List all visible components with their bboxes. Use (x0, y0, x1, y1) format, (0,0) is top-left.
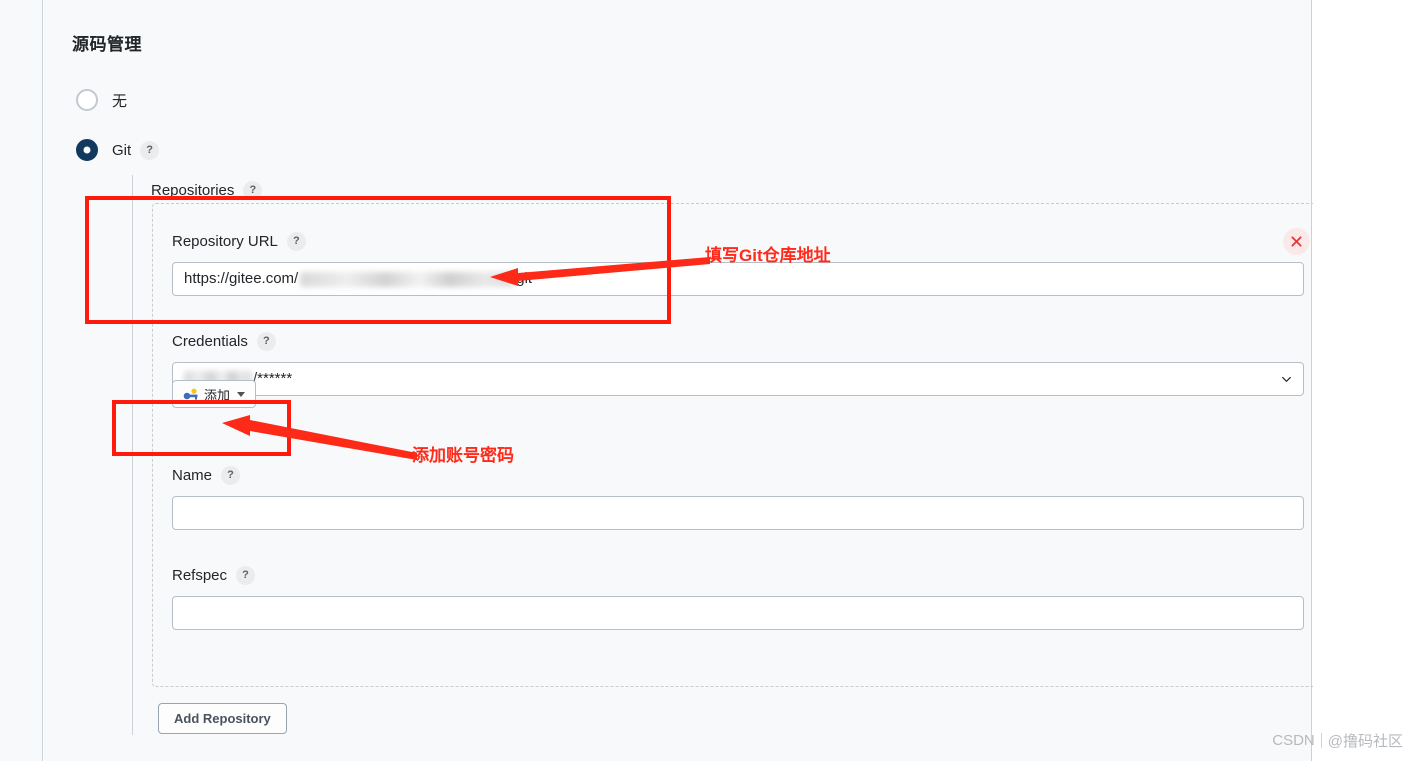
field-refspec: Refspec ? (172, 566, 1304, 630)
repository-url-label: Repository URL (172, 233, 278, 250)
credentials-label-group: Credentials ? (172, 332, 1304, 351)
watermark: CSDN @撸码社区 (1272, 730, 1403, 751)
credentials-select[interactable]: /****** (172, 362, 1304, 396)
name-label-group: Name ? (172, 466, 1304, 485)
redacted-url-segment (300, 271, 515, 287)
radio-label-none: 无 (112, 92, 128, 110)
radio-option-git[interactable]: Git ? (76, 139, 160, 161)
repository-entry-box: Repository URL ? https://gitee.com/git C… (152, 203, 1322, 687)
key-icon (183, 388, 198, 400)
add-credentials-button[interactable]: 添加 (172, 380, 257, 408)
page-title: 源码管理 (72, 35, 142, 54)
help-icon-refspec[interactable]: ? (236, 566, 256, 585)
radio-indicator-none[interactable] (76, 89, 98, 111)
radio-option-none[interactable]: 无 (76, 89, 127, 111)
field-credentials: Credentials ? /****** (172, 332, 1304, 396)
repository-url-suffix: git (516, 270, 533, 287)
scm-panel: 源码管理 无 Git ? Repositories ? Repository U… (44, 0, 1322, 761)
name-input[interactable] (172, 496, 1304, 530)
watermark-author: @撸码社区 (1327, 733, 1403, 750)
add-credentials-label: 添加 (204, 387, 231, 403)
field-name: Name ? (172, 466, 1304, 530)
add-repository-label: Add Repository (174, 711, 271, 726)
watermark-brand: CSDN (1272, 732, 1315, 749)
refspec-input[interactable] (172, 596, 1304, 630)
left-gutter (0, 0, 43, 761)
repository-url-input[interactable]: https://gitee.com/git (172, 262, 1304, 296)
remove-repository-button[interactable] (1283, 228, 1310, 255)
help-icon-repository-url[interactable]: ? (286, 232, 306, 251)
watermark-separator (1320, 733, 1322, 748)
annotation-text-repository-url: 填写Git仓库地址 (705, 246, 831, 265)
annotation-text-add-credentials: 添加账号密码 (412, 446, 514, 465)
name-label: Name (172, 467, 213, 484)
radio-label-git: Git (112, 141, 132, 159)
close-icon (1291, 236, 1302, 247)
help-icon-git[interactable]: ? (140, 140, 160, 160)
help-icon-repositories[interactable]: ? (243, 181, 263, 200)
credentials-label: Credentials (172, 333, 248, 350)
add-repository-button[interactable]: Add Repository (158, 703, 287, 734)
scm-config-screen: 源码管理 无 Git ? Repositories ? Repository U… (0, 0, 1415, 761)
repositories-label-group: Repositories ? (151, 181, 263, 200)
help-icon-name[interactable]: ? (221, 466, 241, 485)
repositories-label: Repositories (151, 182, 235, 199)
repository-url-prefix: https://gitee.com/ (184, 270, 299, 287)
caret-down-icon (237, 391, 246, 397)
radio-indicator-git[interactable] (76, 139, 98, 161)
refspec-label: Refspec (172, 567, 228, 584)
credentials-value-suffix: /****** (253, 370, 293, 387)
credentials-select-wrapper: /****** (172, 362, 1304, 396)
refspec-label-group: Refspec ? (172, 566, 1304, 585)
right-blank-pane (1313, 0, 1415, 761)
help-icon-credentials[interactable]: ? (256, 332, 276, 351)
